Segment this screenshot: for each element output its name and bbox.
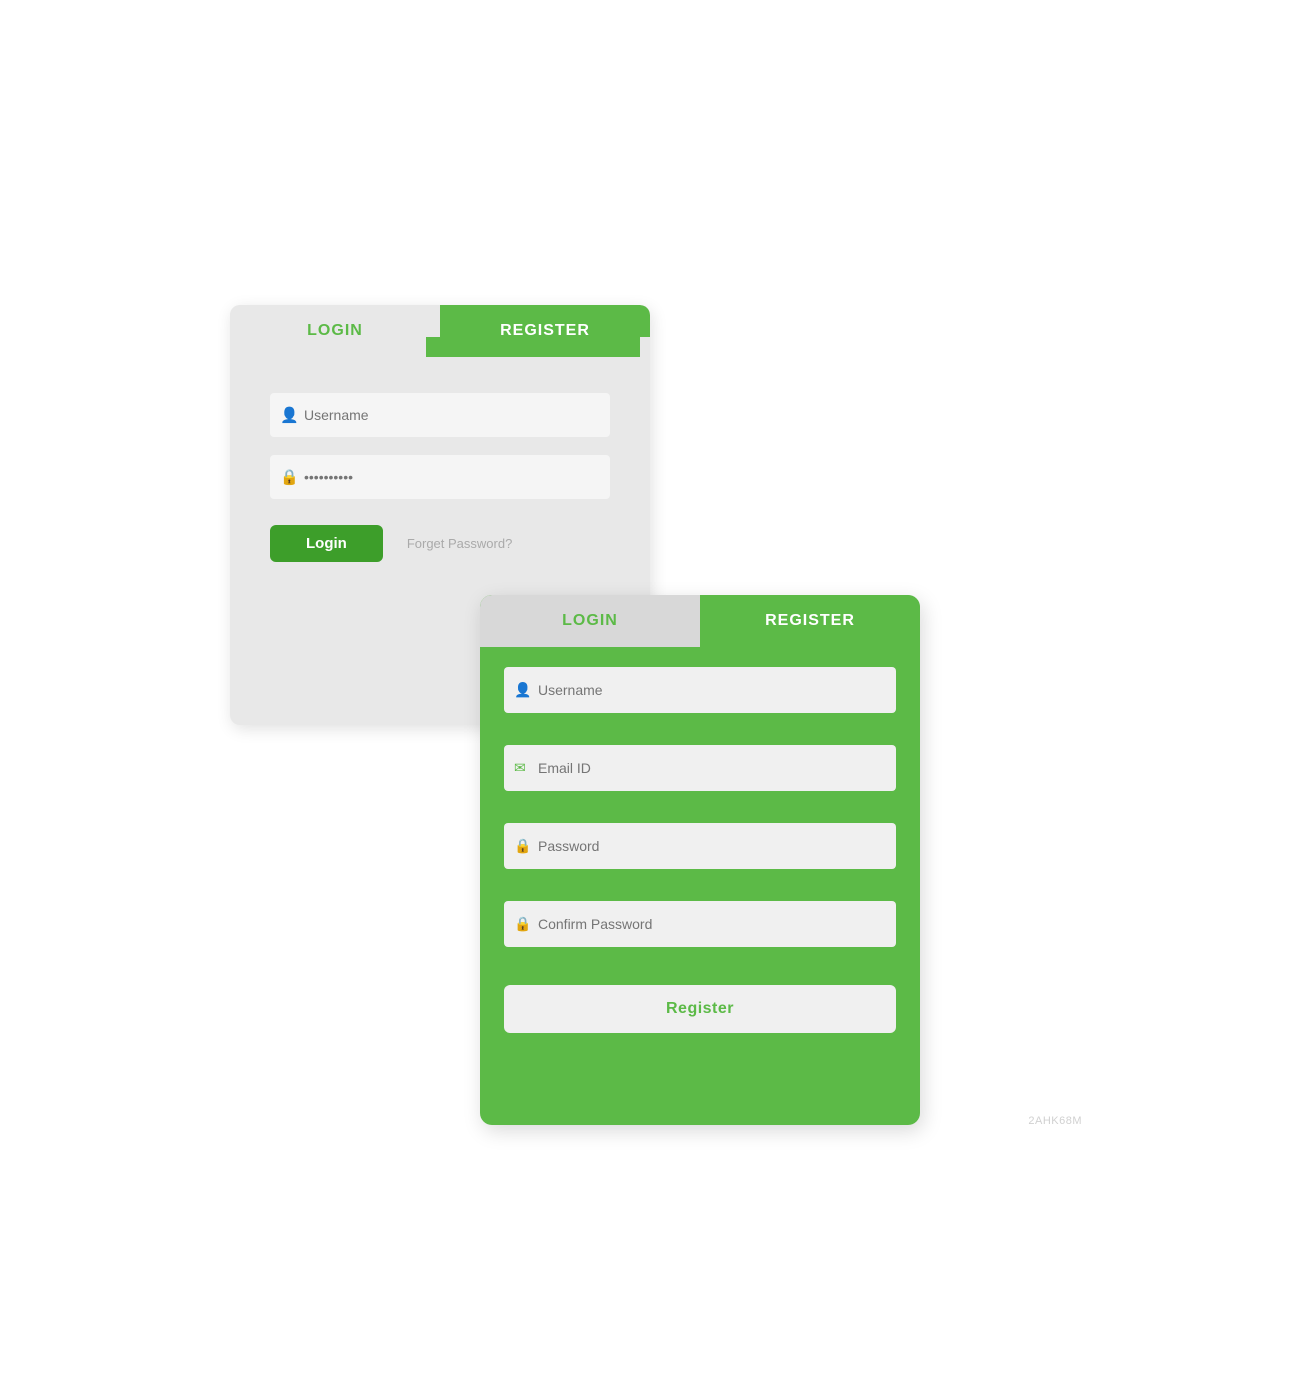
login-button[interactable]: Login	[270, 525, 383, 562]
reg-lock-icon: 🔒	[514, 838, 531, 855]
tab-row-2: LOGIN REGISTER	[480, 595, 920, 647]
password-group: 🔒	[270, 455, 610, 499]
reg-email-icon: ✉	[514, 760, 526, 777]
scene: LOGIN REGISTER 👤 🔒 Login Forget Password…	[200, 245, 1100, 1145]
reg-confirm-input[interactable]	[504, 901, 896, 947]
register-button[interactable]: Register	[504, 985, 896, 1033]
reg-password-input[interactable]	[504, 823, 896, 869]
reg-confirm-group: 🔒	[504, 901, 896, 947]
reg-username-group: 👤	[504, 667, 896, 713]
reg-user-icon: 👤	[514, 682, 531, 699]
password-input[interactable]	[270, 455, 610, 499]
card1-body: 👤 🔒 Login Forget Password?	[230, 357, 650, 592]
watermark: 2AHK68M	[1028, 1115, 1082, 1127]
forget-password-link[interactable]: Forget Password?	[407, 536, 513, 551]
username-group: 👤	[270, 393, 610, 437]
btn-row: Login Forget Password?	[270, 525, 610, 562]
tab-row: LOGIN REGISTER	[230, 305, 650, 357]
tab-login[interactable]: LOGIN	[230, 305, 440, 357]
register-card: LOGIN REGISTER 👤 ✉ 🔒 🔒 Register	[480, 595, 920, 1125]
tab-register-2[interactable]: REGISTER	[700, 595, 920, 647]
user-icon: 👤	[280, 406, 299, 424]
reg-email-group: ✉	[504, 745, 896, 791]
reg-username-input[interactable]	[504, 667, 896, 713]
tab-login-2[interactable]: LOGIN	[480, 595, 700, 647]
tab-register[interactable]: REGISTER	[440, 305, 650, 357]
reg-password-group: 🔒	[504, 823, 896, 869]
reg-confirm-lock-icon: 🔒	[514, 916, 531, 933]
lock-icon: 🔒	[280, 468, 299, 486]
username-input[interactable]	[270, 393, 610, 437]
reg-email-input[interactable]	[504, 745, 896, 791]
card2-body: 👤 ✉ 🔒 🔒 Register	[480, 647, 920, 1057]
